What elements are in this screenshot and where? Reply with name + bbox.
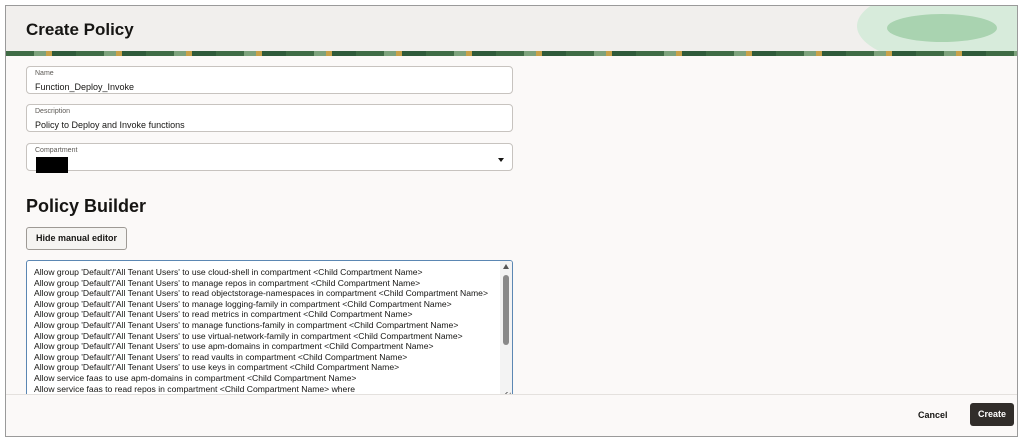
name-field[interactable]: Name Function_Deploy_Invoke: [26, 66, 513, 94]
cancel-button[interactable]: Cancel: [918, 410, 948, 420]
description-field-label: Description: [35, 108, 71, 115]
policy-statement-line: Allow group 'Default'/'All Tenant Users'…: [34, 341, 434, 352]
editor-scrollbar[interactable]: [500, 261, 512, 400]
policy-statements-editor[interactable]: Allow group 'Default'/'All Tenant Users'…: [26, 260, 513, 401]
compartment-select-label: Compartment: [35, 147, 78, 154]
create-button[interactable]: Create: [970, 403, 1014, 426]
header-pattern-stripe: [6, 51, 1017, 56]
policy-statement-line: Allow group 'Default'/'All Tenant Users'…: [34, 330, 463, 341]
panel-footer: Cancel Create: [6, 394, 1017, 436]
policy-statement-line: Allow group 'Default'/'All Tenant Users'…: [34, 362, 400, 373]
name-field-value[interactable]: Function_Deploy_Invoke: [35, 82, 134, 92]
policy-statement-line: Allow group 'Default'/'All Tenant Users'…: [34, 277, 421, 288]
policy-statement-line: Allow group 'Default'/'All Tenant Users'…: [34, 298, 452, 309]
policy-statement-line: Allow group 'Default'/'All Tenant Users'…: [34, 309, 413, 320]
scroll-up-icon[interactable]: [503, 264, 509, 269]
hide-manual-editor-button[interactable]: Hide manual editor: [26, 227, 128, 250]
chevron-down-icon[interactable]: [498, 158, 504, 162]
description-field-value[interactable]: Policy to Deploy and Invoke functions: [35, 120, 185, 130]
scrollbar-thumb[interactable]: [503, 275, 509, 345]
policy-statement-line: Allow service faas to use apm-domains in…: [34, 372, 357, 383]
compartment-select[interactable]: Compartment: [26, 143, 513, 173]
policy-statement-line: Allow group 'Default'/'All Tenant Users'…: [34, 288, 488, 299]
create-policy-panel: Create Policy Name Function_Deploy_Invok…: [5, 5, 1018, 437]
header-decoration-leaf: [887, 14, 997, 42]
policy-builder-title: Policy Builder: [26, 196, 147, 216]
policy-statement-line: Allow group 'Default'/'All Tenant Users'…: [34, 319, 459, 330]
policy-statement-line: Allow group 'Default'/'All Tenant Users'…: [34, 351, 408, 362]
policy-statement-line: Allow service faas to read repos in comp…: [34, 383, 355, 394]
policy-statements-text[interactable]: Allow group 'Default'/'All Tenant Users'…: [34, 267, 499, 394]
description-field[interactable]: Description Policy to Deploy and Invoke …: [26, 104, 513, 132]
name-field-label: Name: [35, 70, 54, 77]
panel-header: Create Policy: [6, 6, 1017, 56]
redacted-compartment-value: [36, 157, 68, 173]
page-title: Create Policy: [26, 20, 134, 39]
policy-statement-line: Allow group 'Default'/'All Tenant Users'…: [34, 267, 423, 277]
